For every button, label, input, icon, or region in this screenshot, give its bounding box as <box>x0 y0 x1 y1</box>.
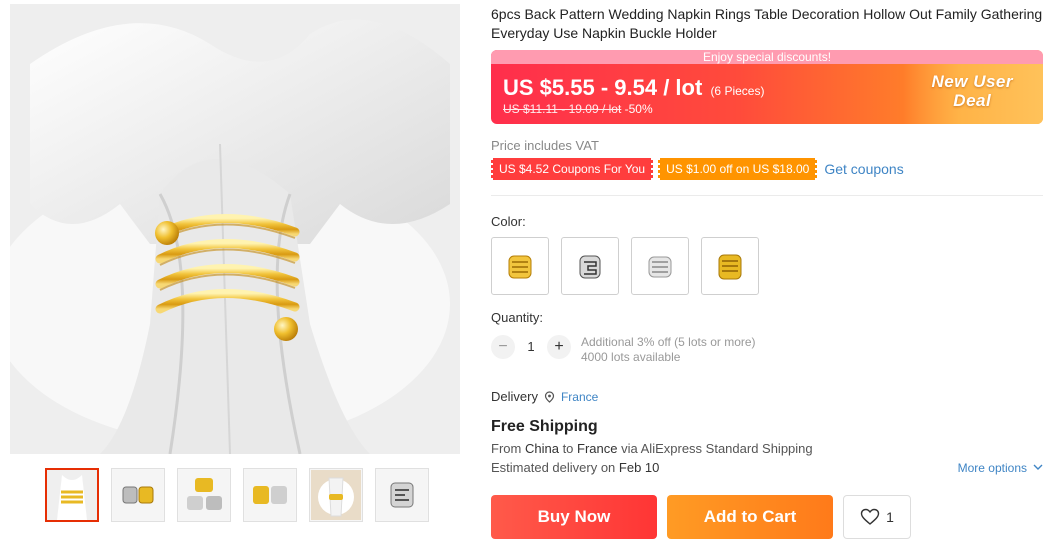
coupon-row: US $4.52 Coupons For You US $1.00 off on… <box>488 157 1043 181</box>
thumbnail-4[interactable] <box>243 468 297 522</box>
quantity-increase-button[interactable]: + <box>547 335 571 359</box>
main-product-image[interactable] <box>10 4 460 454</box>
color-swatch-gold-ring[interactable] <box>701 237 759 295</box>
delivery-location-link[interactable]: France <box>561 390 598 404</box>
shipping-title: Free Shipping <box>491 418 598 435</box>
coupon-tag-2[interactable]: US $1.00 off on US $18.00 <box>656 158 820 180</box>
color-swatch-gold-spiral[interactable] <box>491 237 549 295</box>
stock-available-text: 4000 lots available <box>581 350 681 364</box>
pattern-rings-thumbnail-icon <box>113 470 163 520</box>
divider <box>491 195 1043 196</box>
eta-date: Feb 10 <box>618 460 660 475</box>
wishlist-button[interactable]: 1 <box>843 495 911 539</box>
delivery-row: Delivery France <box>491 389 1043 404</box>
shipping-method: via AliExpress Standard Shipping <box>621 441 813 456</box>
location-pin-icon <box>544 390 555 403</box>
current-price-value: US $5.55 - 9.54 / lot <box>503 75 703 100</box>
thumbnail-1[interactable] <box>45 468 99 522</box>
badge-line-2: Deal <box>953 91 992 110</box>
bulk-discount-text: Additional 3% off (5 lots or more) <box>581 335 756 349</box>
ship-to: France <box>577 441 618 456</box>
product-title: 6pcs Back Pattern Wedding Napkin Rings T… <box>491 6 1043 41</box>
thumbnail-2[interactable] <box>111 468 165 522</box>
thumbnail-3[interactable] <box>177 468 231 522</box>
original-price-value: US $11.11 - 19.09 / lot <box>503 102 622 116</box>
coupon-tag-1[interactable]: US $4.52 Coupons For You <box>488 158 656 180</box>
heart-icon <box>860 508 880 525</box>
thumbnail-6[interactable] <box>375 468 429 522</box>
eta-prefix: Estimated delivery on <box>491 460 616 475</box>
to-prefix: to <box>562 441 574 456</box>
new-user-deal-badge: New User Deal <box>932 72 1013 110</box>
gold-spiral-icon <box>508 255 532 279</box>
more-options-link[interactable]: More options <box>958 461 1043 475</box>
table-setting-thumbnail-icon <box>311 470 361 520</box>
original-price: US $11.11 - 19.09 / lot -50% <box>503 102 653 116</box>
gold-silver-rings-thumbnail-icon <box>245 470 295 520</box>
silver-spiral-icon <box>648 256 672 278</box>
gold-ring-icon <box>718 254 742 280</box>
chevron-down-icon <box>1033 464 1043 470</box>
price-banner: Enjoy special discounts! US $5.55 - 9.54… <box>491 50 1043 124</box>
badge-line-1: New User <box>931 72 1013 91</box>
silver-pattern-icon <box>579 255 601 279</box>
discount-percent: -50% <box>624 102 653 116</box>
discount-banner-text: Enjoy special discounts! <box>491 50 1043 64</box>
delivery-label: Delivery <box>491 389 538 404</box>
product-info-panel: 6pcs Back Pattern Wedding Napkin Rings T… <box>488 0 1043 539</box>
eta-row: Estimated delivery on Feb 10 More option… <box>491 460 1043 475</box>
mixed-rings-thumbnail-icon <box>179 470 229 520</box>
color-swatches <box>491 237 1043 295</box>
napkin-thumbnail-icon <box>47 470 97 520</box>
action-buttons: Buy Now Add to Cart 1 <box>491 495 1043 539</box>
color-swatch-silver-spiral[interactable] <box>631 237 689 295</box>
napkin-ring-photo <box>10 4 460 454</box>
color-swatch-silver-pattern[interactable] <box>561 237 619 295</box>
get-coupons-link[interactable]: Get coupons <box>824 161 903 177</box>
thumbnail-5[interactable] <box>309 468 363 522</box>
estimated-delivery: Estimated delivery on Feb 10 <box>491 460 659 475</box>
thumbnail-strip <box>45 468 429 522</box>
quantity-input[interactable]: 1 <box>515 335 547 359</box>
silver-pattern-thumbnail-icon <box>377 470 427 520</box>
shipping-route: From China to France via AliExpress Stan… <box>491 441 1043 456</box>
quantity-label: Quantity: <box>491 310 544 325</box>
add-to-cart-button[interactable]: Add to Cart <box>667 495 833 539</box>
quantity-decrease-button[interactable]: − <box>491 335 515 359</box>
ship-from: China <box>524 441 559 456</box>
buy-now-button[interactable]: Buy Now <box>491 495 657 539</box>
color-label: Color: <box>491 214 526 229</box>
from-prefix: From <box>491 441 522 456</box>
vat-note: Price includes VAT <box>491 138 599 153</box>
more-options-label: More options <box>957 460 1027 475</box>
wishlist-count: 1 <box>886 509 894 525</box>
quantity-note: Additional 3% off (5 lots or more) 4000 … <box>581 335 756 365</box>
quantity-stepper: − 1 + Additional 3% off (5 lots or more)… <box>491 335 1043 365</box>
current-price: US $5.55 - 9.54 / lot (6 Pieces) <box>503 75 764 101</box>
price-pieces: (6 Pieces) <box>710 84 765 98</box>
